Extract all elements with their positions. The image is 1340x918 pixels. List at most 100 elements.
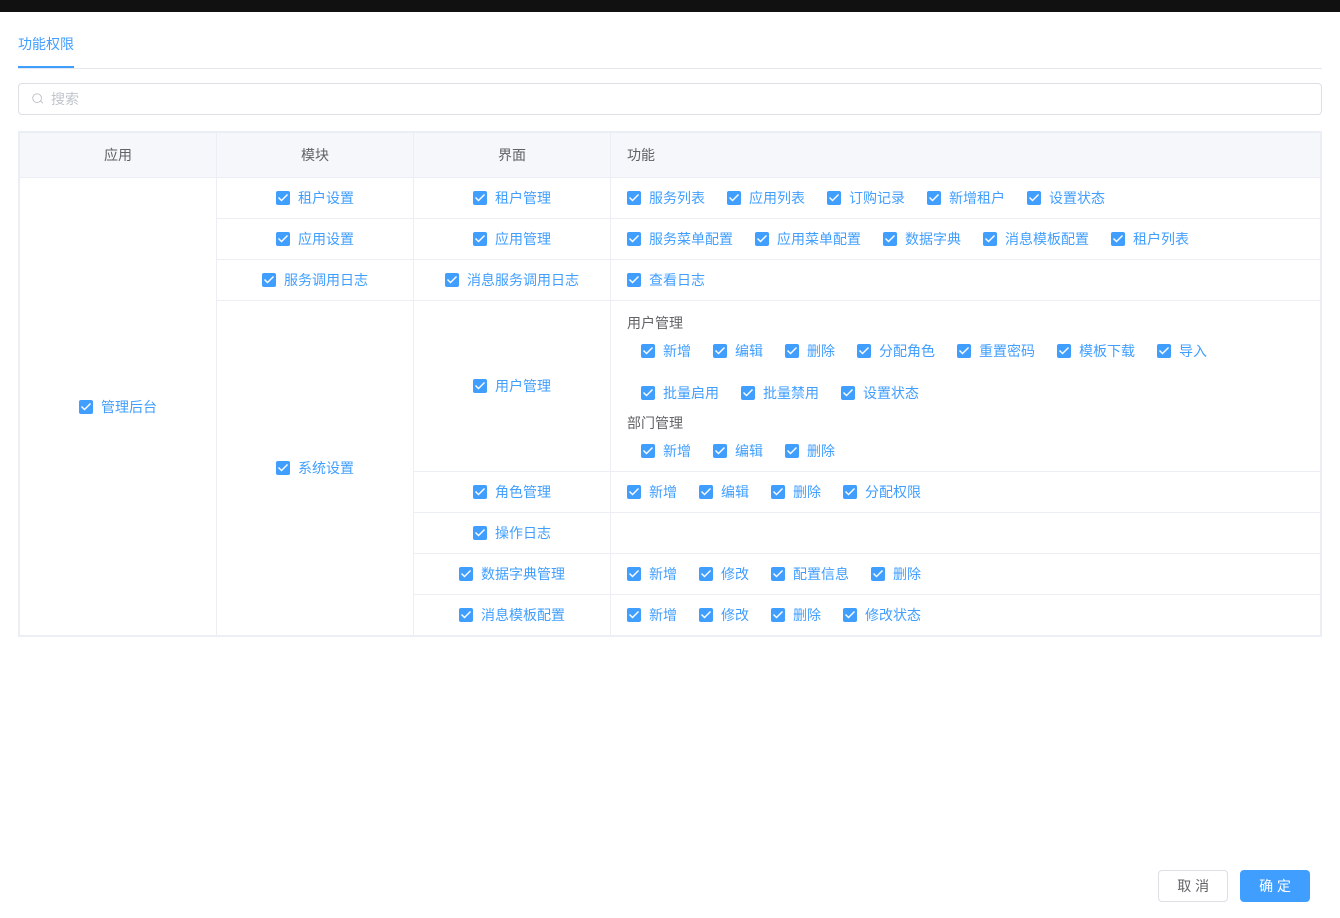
func-g3a-7[interactable]: 批量启用 [641,383,719,403]
confirm-button[interactable]: 确 定 [1240,870,1310,902]
checkbox-icon [1111,232,1125,246]
func-g3a-3[interactable]: 分配角色 [857,341,935,361]
if-msg-template[interactable]: 消息模板配置 [459,605,565,625]
checkbox-label: 设置状态 [863,383,919,403]
func-r6-0[interactable]: 新增 [627,564,677,584]
func-r0-2[interactable]: 订购记录 [827,188,905,208]
func-r0-4[interactable]: 设置状态 [1027,188,1105,208]
checkbox-label: 删除 [807,341,835,361]
func-r1-2[interactable]: 数据字典 [883,229,961,249]
checkbox-label: 导入 [1179,341,1207,361]
func-r6-3[interactable]: 删除 [871,564,921,584]
func-r4-2[interactable]: 删除 [771,482,821,502]
func-r6-1[interactable]: 修改 [699,564,749,584]
checkbox-label: 新增租户 [949,188,1005,208]
func-r0-0[interactable]: 服务列表 [627,188,705,208]
func-r0-1[interactable]: 应用列表 [727,188,805,208]
if-data-dict[interactable]: 数据字典管理 [459,564,565,584]
window-topbar [0,0,1340,12]
checkbox-icon [771,567,785,581]
func-r7-2[interactable]: 删除 [771,605,821,625]
checkbox-label: 设置状态 [1049,188,1105,208]
checkbox-icon [627,485,641,499]
checkbox-icon [1157,344,1171,358]
module-cell: 应用设置 [217,219,414,260]
if-tenant-manage[interactable]: 租户管理 [473,188,551,208]
func-r1-3[interactable]: 消息模板配置 [983,229,1089,249]
func-g3b-2[interactable]: 删除 [785,441,835,461]
func-r7-0[interactable]: 新增 [627,605,677,625]
checkbox-icon [262,273,276,287]
func-cell: 新增 修改 配置信息 删除 [611,554,1321,595]
checkbox-icon [713,444,727,458]
checkbox-icon [79,400,93,414]
if-op-log[interactable]: 操作日志 [473,523,551,543]
if-msg-service-log[interactable]: 消息服务调用日志 [445,270,579,290]
checkbox-label: 编辑 [721,482,749,502]
func-group-dept: 部门管理新增编辑删除 [627,413,1304,461]
checkbox-icon [473,485,487,499]
func-g3b-1[interactable]: 编辑 [713,441,763,461]
checkbox-icon [459,608,473,622]
func-r4-3[interactable]: 分配权限 [843,482,921,502]
func-g3a-4[interactable]: 重置密码 [957,341,1035,361]
func-g3a-5[interactable]: 模板下载 [1057,341,1135,361]
if-app-manage[interactable]: 应用管理 [473,229,551,249]
func-r1-4[interactable]: 租户列表 [1111,229,1189,249]
func-r4-1[interactable]: 编辑 [699,482,749,502]
checkbox-label: 新增 [663,441,691,461]
checkbox-label: 租户列表 [1133,229,1189,249]
module-system-settings[interactable]: 系统设置 [276,458,354,478]
func-r6-2[interactable]: 配置信息 [771,564,849,584]
func-g3a-8[interactable]: 批量禁用 [741,383,819,403]
module-app-settings[interactable]: 应用设置 [276,229,354,249]
func-r2-0[interactable]: 查看日志 [627,270,705,290]
checkbox-icon [473,191,487,205]
func-g3a-6[interactable]: 导入 [1157,341,1207,361]
if-role-manage[interactable]: 角色管理 [473,482,551,502]
checkbox-icon [641,386,655,400]
checkbox-label: 消息服务调用日志 [467,270,579,290]
checkbox-icon [627,191,641,205]
if-user-manage[interactable]: 用户管理 [473,376,551,396]
checkbox-icon [1027,191,1041,205]
func-g3a-9[interactable]: 设置状态 [841,383,919,403]
checkbox-label: 新增 [649,564,677,584]
checkbox-label: 租户管理 [495,188,551,208]
checkbox-icon [883,232,897,246]
col-function: 功能 [611,133,1321,178]
func-g3a-2[interactable]: 删除 [785,341,835,361]
func-r1-1[interactable]: 应用菜单配置 [755,229,861,249]
checkbox-icon [983,232,997,246]
checkbox-icon [957,344,971,358]
func-row: 新增 修改 删除 修改状态 [627,605,1304,625]
module-service-log[interactable]: 服务调用日志 [262,270,368,290]
module-tenant-settings[interactable]: 租户设置 [276,188,354,208]
func-r7-1[interactable]: 修改 [699,605,749,625]
checkbox-icon [843,485,857,499]
app-admin-backend[interactable]: 管理后台 [79,397,157,417]
search-box [18,83,1322,115]
func-r4-0[interactable]: 新增 [627,482,677,502]
checkbox-icon [641,344,655,358]
tab-functional-permissions[interactable]: 功能权限 [18,26,74,68]
search-input[interactable] [51,84,1309,114]
checkbox-icon [713,344,727,358]
func-g3a-1[interactable]: 编辑 [713,341,763,361]
permissions-table: 应用 模块 界面 功能 管理后台租户设置租户管理服务列表应用列表订购记录新增租户… [18,131,1322,637]
page-container: 功能权限 应用 模块 界面 功能 管理后台租户设置租户管理服务列表应用列表订购记… [0,12,1340,637]
func-g3a-0[interactable]: 新增 [641,341,691,361]
func-r7-3[interactable]: 修改状态 [843,605,921,625]
func-group-user: 用户管理新增编辑删除分配角色重置密码模板下载导入批量启用批量禁用设置状态 [627,313,1304,403]
func-g3b-0[interactable]: 新增 [641,441,691,461]
checkbox-icon [627,608,641,622]
func-r0-3[interactable]: 新增租户 [927,188,1005,208]
func-r1-0[interactable]: 服务菜单配置 [627,229,733,249]
cancel-button[interactable]: 取 消 [1158,870,1228,902]
checkbox-label: 编辑 [735,341,763,361]
func-cell: 用户管理新增编辑删除分配角色重置密码模板下载导入批量启用批量禁用设置状态部门管理… [611,301,1321,472]
col-app: 应用 [20,133,217,178]
checkbox-icon [699,608,713,622]
checkbox-icon [276,191,290,205]
interface-cell: 消息模板配置 [414,595,611,636]
